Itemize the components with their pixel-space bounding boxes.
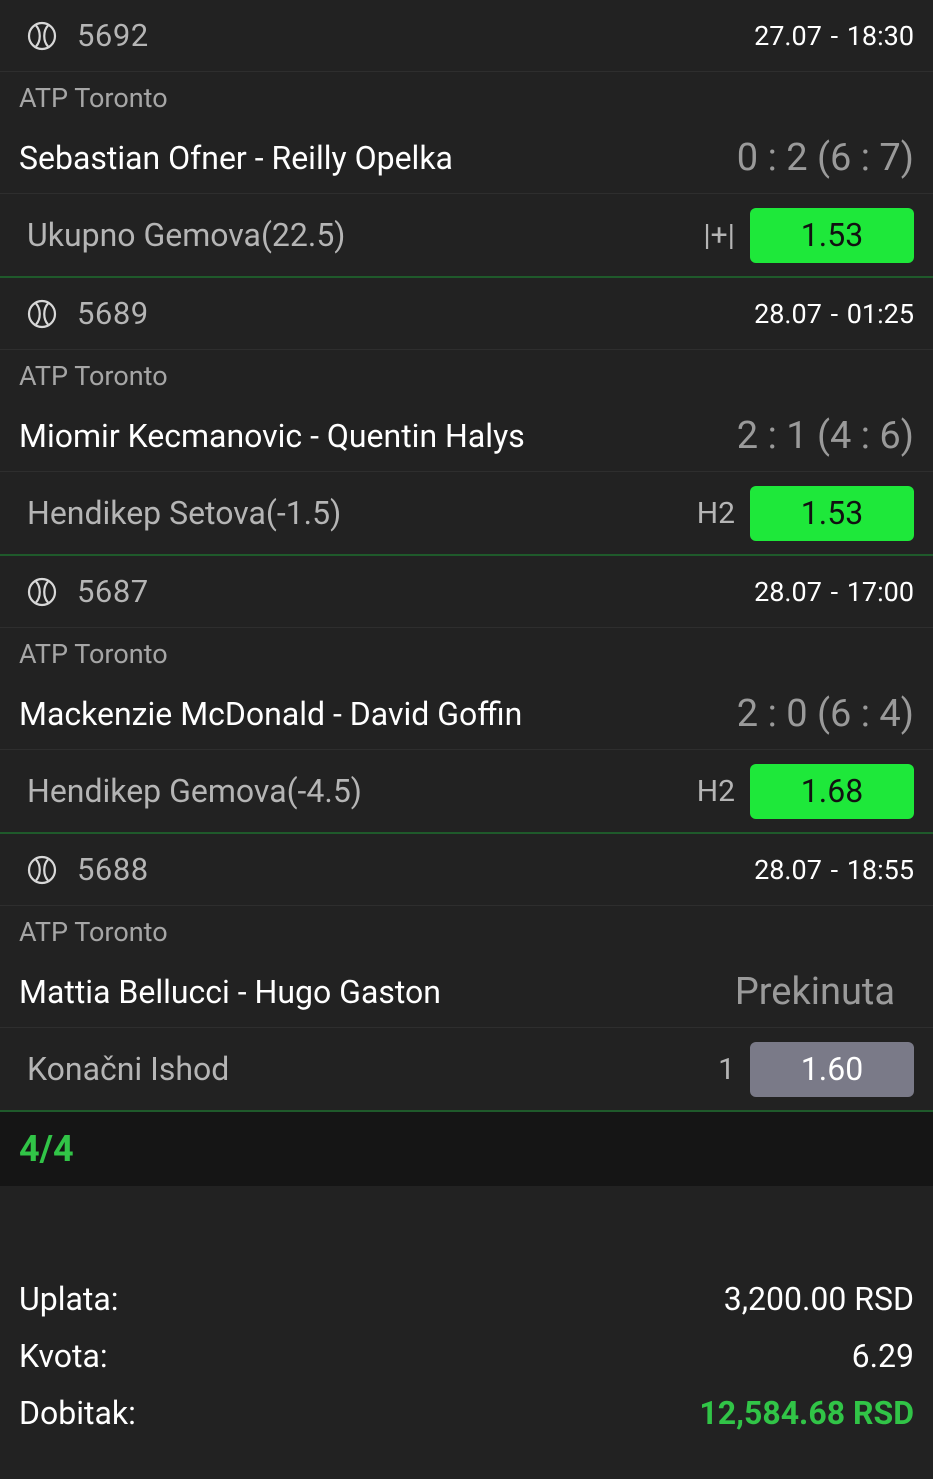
bet-pick: |+|	[703, 217, 735, 253]
bet-market: Konačni Ishod	[27, 1050, 230, 1088]
bet-market: Hendikep Gemova(-4.5)	[27, 772, 362, 810]
match-id: 5688	[77, 851, 149, 888]
odds-label: Kvota:	[19, 1336, 108, 1375]
league-row: ATP Toronto	[0, 350, 933, 400]
match-id: 5689	[77, 295, 149, 332]
match-datetime: 28.07 - 01:25	[754, 297, 914, 330]
bet-row: Hendikep Gemova(-4.5) H2 1.68	[0, 750, 933, 834]
bet-pick: H2	[696, 773, 735, 809]
ticket-summary: Uplata: 3,200.00 RSD Kvota: 6.29 Dobitak…	[0, 1186, 933, 1441]
teams-row: Miomir Kecmanovic - Quentin Halys 2 : 1 (…	[0, 400, 933, 472]
odd-badge[interactable]: 1.53	[750, 485, 914, 541]
ticket-count: 4/4	[19, 1128, 74, 1170]
teams-row: Mattia Bellucci - Hugo Gaston Prekinuta	[0, 956, 933, 1028]
win-row: Dobitak: 12,584.68 RSD	[19, 1384, 914, 1441]
odd-badge[interactable]: 1.53	[750, 207, 914, 263]
bet-market: Hendikep Setova(-1.5)	[27, 494, 342, 532]
match-teams: Mattia Bellucci - Hugo Gaston	[19, 972, 441, 1011]
match-score: Prekinuta	[734, 969, 895, 1014]
odd-badge[interactable]: 1.60	[750, 1041, 914, 1097]
odd-badge[interactable]: 1.68	[750, 763, 914, 819]
bet-market: Ukupno Gemova(22.5)	[27, 216, 346, 254]
league-row: ATP Toronto	[0, 906, 933, 956]
stake-row: Uplata: 3,200.00 RSD	[19, 1270, 914, 1327]
league-name: ATP Toronto	[19, 916, 168, 948]
match-header: 5687 28.07 - 17:00	[0, 556, 933, 628]
match-datetime: 28.07 - 18:55	[754, 853, 914, 886]
tennis-ball-icon	[27, 855, 57, 885]
match-header: 5692 27.07 - 18:30	[0, 0, 933, 72]
bet-row: Konačni Ishod 1 1.60	[0, 1028, 933, 1112]
tennis-ball-icon	[27, 577, 57, 607]
teams-row: Mackenzie McDonald - David Goffin 2 : 0 (…	[0, 678, 933, 750]
win-label: Dobitak:	[19, 1393, 136, 1432]
league-name: ATP Toronto	[19, 638, 168, 670]
win-value: 12,584.68 RSD	[699, 1393, 914, 1432]
match-teams: Miomir Kecmanovic - Quentin Halys	[19, 416, 525, 455]
match-block[interactable]: 5692 27.07 - 18:30 ATP Toronto Sebastian Of…	[0, 0, 933, 278]
match-score: 2 : 1 (4 : 6)	[736, 413, 914, 458]
bet-row: Hendikep Setova(-1.5) H2 1.53	[0, 472, 933, 556]
ticket-count-bar: 4/4	[0, 1112, 933, 1186]
match-header: 5688 28.07 - 18:55	[0, 834, 933, 906]
league-row: ATP Toronto	[0, 628, 933, 678]
bet-pick: H2	[696, 495, 735, 531]
match-block[interactable]: 5689 28.07 - 01:25 ATP Toronto Miomir Kecma…	[0, 278, 933, 556]
match-score: 0 : 2 (6 : 7)	[736, 135, 914, 180]
stake-label: Uplata:	[19, 1279, 119, 1318]
match-id: 5692	[77, 17, 149, 54]
bet-row: Ukupno Gemova(22.5) |+| 1.53	[0, 194, 933, 278]
match-datetime: 28.07 - 17:00	[754, 575, 914, 608]
odds-value: 6.29	[851, 1336, 914, 1375]
bet-pick: 1	[718, 1051, 735, 1087]
stake-value: 3,200.00 RSD	[723, 1279, 914, 1318]
match-header: 5689 28.07 - 01:25	[0, 278, 933, 350]
league-name: ATP Toronto	[19, 360, 168, 392]
match-id: 5687	[77, 573, 149, 610]
match-block[interactable]: 5687 28.07 - 17:00 ATP Toronto Mackenzie Mc…	[0, 556, 933, 834]
tennis-ball-icon	[27, 299, 57, 329]
match-datetime: 27.07 - 18:30	[754, 19, 914, 52]
league-row: ATP Toronto	[0, 72, 933, 122]
match-score: 2 : 0 (6 : 4)	[736, 691, 914, 736]
match-block[interactable]: 5688 28.07 - 18:55 ATP Toronto Mattia Bellu…	[0, 834, 933, 1112]
ticket-list: 5692 27.07 - 18:30 ATP Toronto Sebastian Of…	[0, 0, 933, 1112]
match-teams: Sebastian Ofner - Reilly Opelka	[19, 138, 453, 177]
match-teams: Mackenzie McDonald - David Goffin	[19, 694, 523, 733]
league-name: ATP Toronto	[19, 82, 168, 114]
teams-row: Sebastian Ofner - Reilly Opelka 0 : 2 (6 …	[0, 122, 933, 194]
odds-row: Kvota: 6.29	[19, 1327, 914, 1384]
tennis-ball-icon	[27, 21, 57, 51]
